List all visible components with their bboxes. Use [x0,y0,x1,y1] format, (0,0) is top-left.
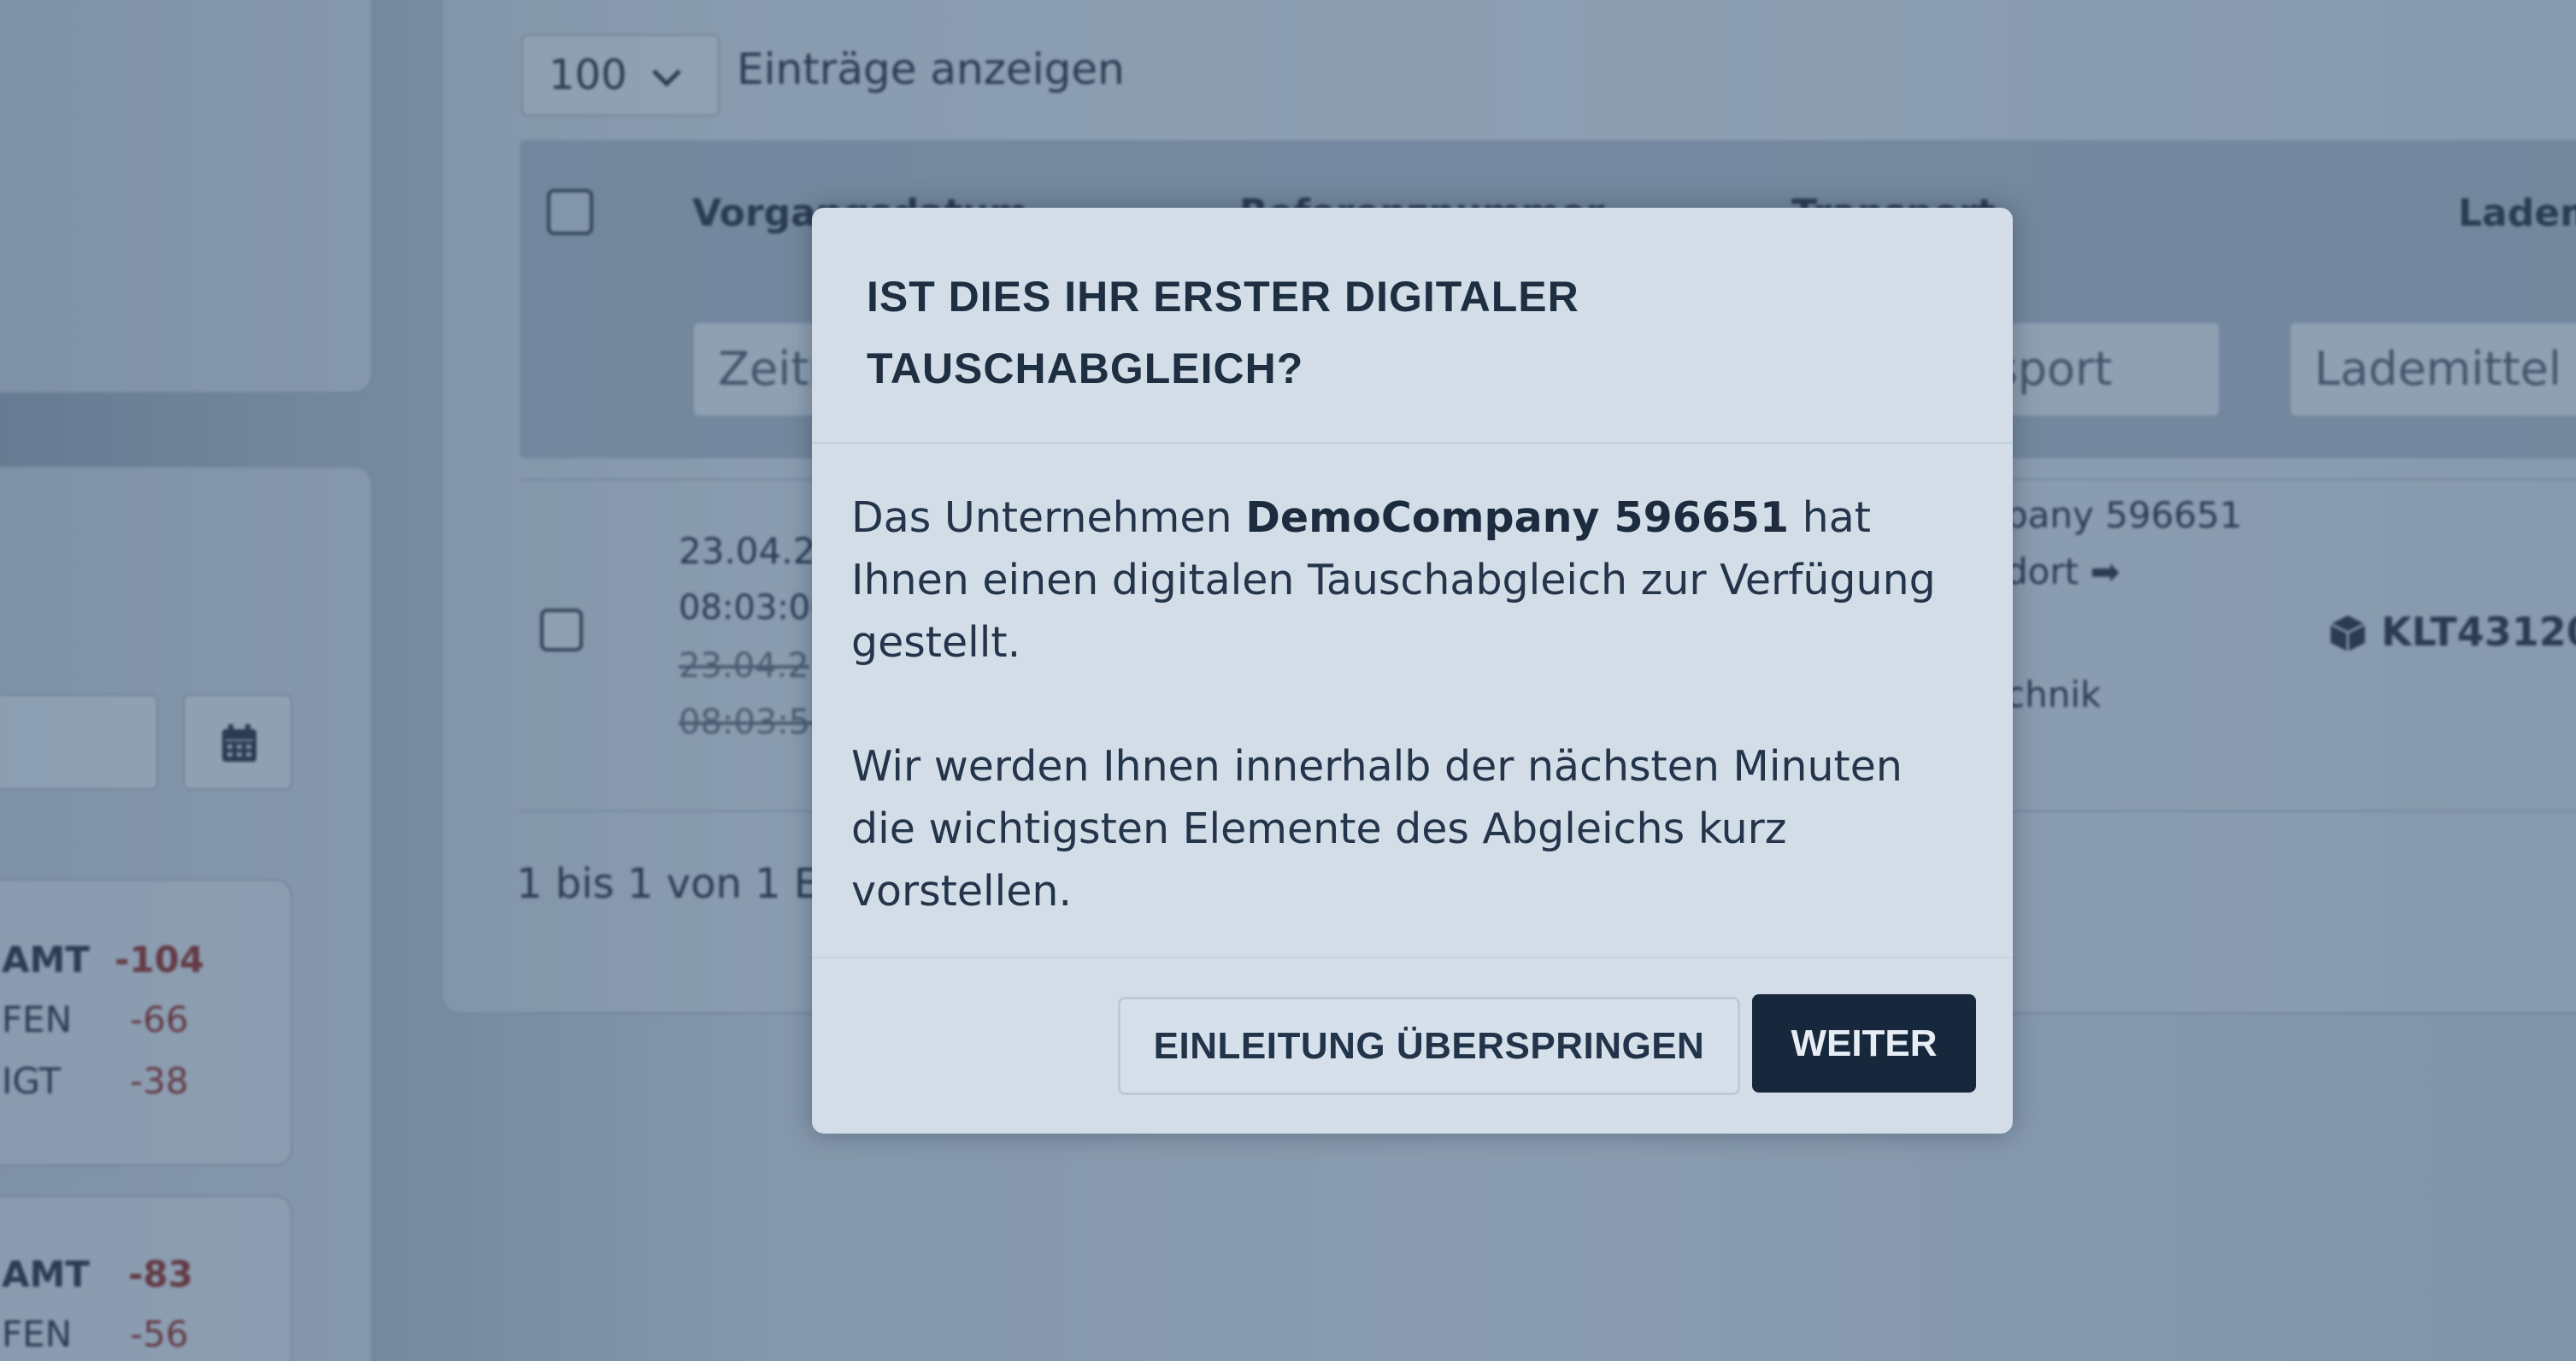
dialog-footer-divider [812,957,2013,958]
intro-dialog: IST DIES IHR ERSTER DIGITALER TAUSCHABGL… [812,208,2013,1134]
dialog-title-line2: TAUSCHABGLEICH? [867,345,1304,392]
dialog-title-line1: IST DIES IHR ERSTER DIGITALER [867,273,1579,321]
skip-intro-button[interactable]: EINLEITUNG ÜBERSPRINGEN [1118,997,1740,1095]
dialog-title: IST DIES IHR ERSTER DIGITALER TAUSCHABGL… [867,261,1721,404]
dialog-explain-text: Wir werden Ihnen innerhalb der nächsten … [851,742,1903,916]
next-button[interactable]: WEITER [1752,994,1976,1093]
dialog-divider [812,442,2013,444]
dialog-intro-text: Das Unternehmen DemoCompany 596651 hat I… [851,486,1979,674]
company-name: DemoCompany 596651 [1245,493,1790,542]
intro-prefix: Das Unternehmen [851,493,1246,542]
screen: AMT -104 FEN -66 IGT -38 AMT -83 FEN -56… [0,0,2576,1361]
